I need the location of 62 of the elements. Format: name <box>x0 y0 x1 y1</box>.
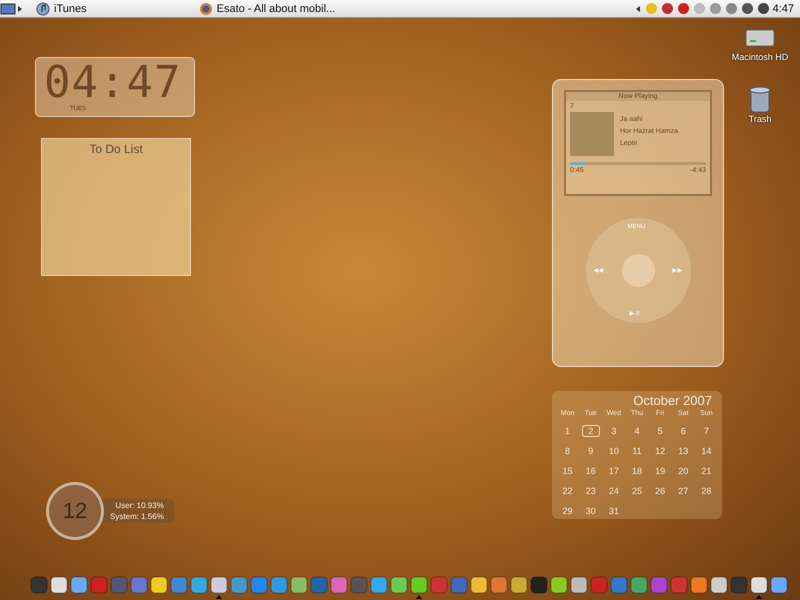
calendar-day[interactable]: 9 <box>582 445 600 457</box>
calendar-day[interactable]: 17 <box>604 465 623 477</box>
app-icon[interactable] <box>190 576 208 594</box>
app-icon[interactable] <box>510 576 528 594</box>
calendar-day[interactable]: 21 <box>697 465 716 477</box>
calendar-day[interactable]: 1 <box>558 425 577 437</box>
calendar-day[interactable]: 27 <box>674 485 692 497</box>
calendar-day[interactable]: 24 <box>604 485 623 497</box>
calendar-day[interactable]: 28 <box>697 485 716 497</box>
calendar-day[interactable]: 7 <box>697 425 716 437</box>
calendar-day[interactable]: 3 <box>604 425 623 437</box>
app-icon[interactable] <box>630 576 648 594</box>
calendar-day[interactable]: 29 <box>558 505 577 517</box>
taskbar-item[interactable]: Esato - All about mobil... <box>192 2 342 16</box>
cpu-system: System: 1.56% <box>110 512 164 521</box>
app-icon[interactable] <box>390 576 408 594</box>
calendar-day[interactable]: 30 <box>582 505 600 517</box>
app-icon[interactable] <box>70 576 88 594</box>
clock-time: 04:47 <box>44 60 182 106</box>
calendar-day[interactable]: 23 <box>582 485 600 497</box>
calendar-day[interactable]: 4 <box>628 425 646 437</box>
menubar-clock[interactable]: 4:47 <box>772 2 794 14</box>
calendar-day[interactable]: 11 <box>628 445 646 457</box>
globe-icon <box>198 2 213 16</box>
calendar-day[interactable]: 18 <box>628 465 646 477</box>
app-icon[interactable] <box>210 576 228 594</box>
todo-title: To Do List <box>88 142 144 156</box>
app-icon[interactable] <box>710 576 728 594</box>
calendar-day[interactable]: 8 <box>558 445 577 457</box>
calendar-day[interactable]: 5 <box>651 425 670 437</box>
calendar-day[interactable]: 19 <box>651 465 670 477</box>
calendar-day[interactable]: 12 <box>651 445 670 457</box>
app-icon[interactable] <box>50 576 68 594</box>
calendar-day[interactable]: 13 <box>674 445 692 457</box>
taskbar-item[interactable]: iTunes <box>30 2 93 16</box>
calendar-day[interactable]: 2 <box>582 425 600 437</box>
calendar-day[interactable]: 31 <box>604 505 623 517</box>
app-icon[interactable] <box>290 576 308 594</box>
app-icon[interactable] <box>470 576 488 594</box>
calendar-day[interactable]: 26 <box>651 485 670 497</box>
calendar-day[interactable]: 16 <box>582 465 600 477</box>
calendar-day[interactable]: 22 <box>558 485 577 497</box>
calendar-day[interactable]: 20 <box>674 465 692 477</box>
app-icon[interactable] <box>750 576 768 594</box>
app-icon[interactable] <box>150 576 168 594</box>
app-icon[interactable] <box>550 576 568 594</box>
cpu-user: User: 10.93% <box>115 501 164 510</box>
app-icon[interactable] <box>370 576 388 594</box>
cpu-dial: 12 <box>46 482 104 540</box>
calendar-month: October 2007 <box>632 393 713 408</box>
calendar-day[interactable]: 25 <box>628 485 646 497</box>
calendar-day[interactable]: 15 <box>558 465 577 477</box>
app-icon[interactable] <box>690 576 708 594</box>
calendar-day[interactable]: 6 <box>674 425 692 437</box>
album-art-placeholder <box>570 112 614 156</box>
app-icon[interactable] <box>770 576 788 594</box>
calendar-day[interactable]: 14 <box>697 445 716 457</box>
calendar-day[interactable]: 10 <box>604 445 623 457</box>
app-icon[interactable] <box>570 576 588 594</box>
app-icon[interactable] <box>410 576 428 594</box>
icon-label[interactable]: Macintosh HD <box>732 52 788 62</box>
icon-label[interactable]: Trash <box>748 114 772 124</box>
